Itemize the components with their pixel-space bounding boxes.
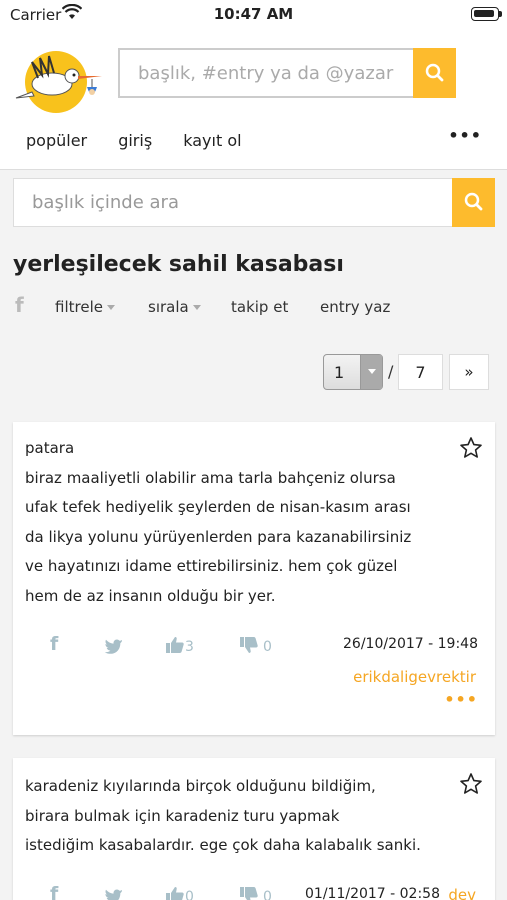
search-input[interactable]: başlık, #entry ya da @yazar — [118, 48, 413, 98]
topic-search-button[interactable] — [452, 178, 495, 227]
topic-toolbar: f filtrele sırala takip et entry yaz — [15, 293, 495, 320]
follow-link[interactable]: takip et — [231, 298, 288, 316]
top-nav: popüler giriş kayıt ol — [26, 131, 268, 150]
more-menu-button[interactable]: ••• — [448, 126, 482, 145]
downvote-button[interactable]: 0 — [239, 886, 272, 900]
page-total[interactable]: 7 — [398, 354, 443, 390]
entry-date: 01/11/2017 - 02:58 — [305, 886, 440, 900]
page-select[interactable]: 1 — [323, 354, 383, 390]
thumbs-up-icon — [166, 637, 184, 653]
app-header: başlık, #entry ya da @yazar popüler giri… — [0, 30, 507, 170]
facebook-share-icon[interactable]: f — [15, 293, 24, 317]
next-page-button[interactable]: » — [449, 354, 489, 390]
sort-dropdown[interactable]: sırala — [148, 298, 201, 316]
thumbs-down-icon — [240, 637, 258, 653]
thumbs-up-icon — [166, 887, 184, 900]
entry-card: karadeniz kıyılarında birçok olduğunu bi… — [13, 758, 495, 900]
entry-actions: f 0 0 01/11/2017 - 02:58 dev — [13, 883, 495, 900]
search-button[interactable] — [413, 48, 456, 98]
upvote-button[interactable]: 0 — [165, 886, 194, 900]
caret-down-icon — [106, 305, 115, 310]
entry-author-link[interactable]: dev — [448, 886, 476, 900]
nav-login[interactable]: giriş — [118, 131, 152, 150]
page-title: yerleşilecek sahil kasabası — [13, 252, 344, 277]
caret-down-icon — [192, 305, 201, 310]
entry-actions: f 3 0 26/10/2017 - 19:48 — [13, 633, 495, 660]
facebook-share-icon[interactable]: f — [50, 633, 58, 655]
status-bar: Carrier 10:47 AM — [0, 0, 507, 30]
entry-author-link[interactable]: erikdaligevrektir — [353, 668, 476, 686]
search-icon — [425, 63, 444, 82]
favorite-star-icon[interactable] — [459, 436, 483, 460]
twitter-share-icon[interactable] — [104, 638, 123, 654]
upvote-button[interactable]: 3 — [165, 636, 194, 655]
thumbs-down-icon — [240, 887, 258, 900]
write-entry-link[interactable]: entry yaz — [320, 298, 390, 316]
clock: 10:47 AM — [213, 5, 294, 23]
topic-search-input[interactable]: başlık içinde ara — [13, 178, 453, 227]
entry-more-button[interactable]: ••• — [444, 690, 478, 709]
favorite-star-icon[interactable] — [459, 772, 483, 796]
nav-popular[interactable]: popüler — [26, 131, 87, 150]
nav-register[interactable]: kayıt ol — [183, 131, 241, 150]
chevron-down-icon — [360, 355, 382, 389]
entry-content: karadeniz kıyılarında birçok olduğunu bi… — [25, 777, 421, 854]
filter-dropdown[interactable]: filtrele — [55, 298, 115, 316]
battery-icon — [471, 7, 499, 21]
downvote-button[interactable]: 0 — [239, 636, 272, 655]
entry-content: patara biraz maaliyetli olabilir ama tar… — [25, 439, 412, 605]
entry-card: patara biraz maaliyetli olabilir ama tar… — [13, 422, 495, 735]
facebook-share-icon[interactable]: f — [50, 883, 58, 900]
stork-logo-icon[interactable] — [12, 42, 107, 114]
search-icon — [464, 192, 483, 211]
entry-date: 26/10/2017 - 19:48 — [343, 636, 478, 652]
twitter-share-icon[interactable] — [104, 888, 123, 900]
pager-separator: / — [388, 362, 394, 381]
